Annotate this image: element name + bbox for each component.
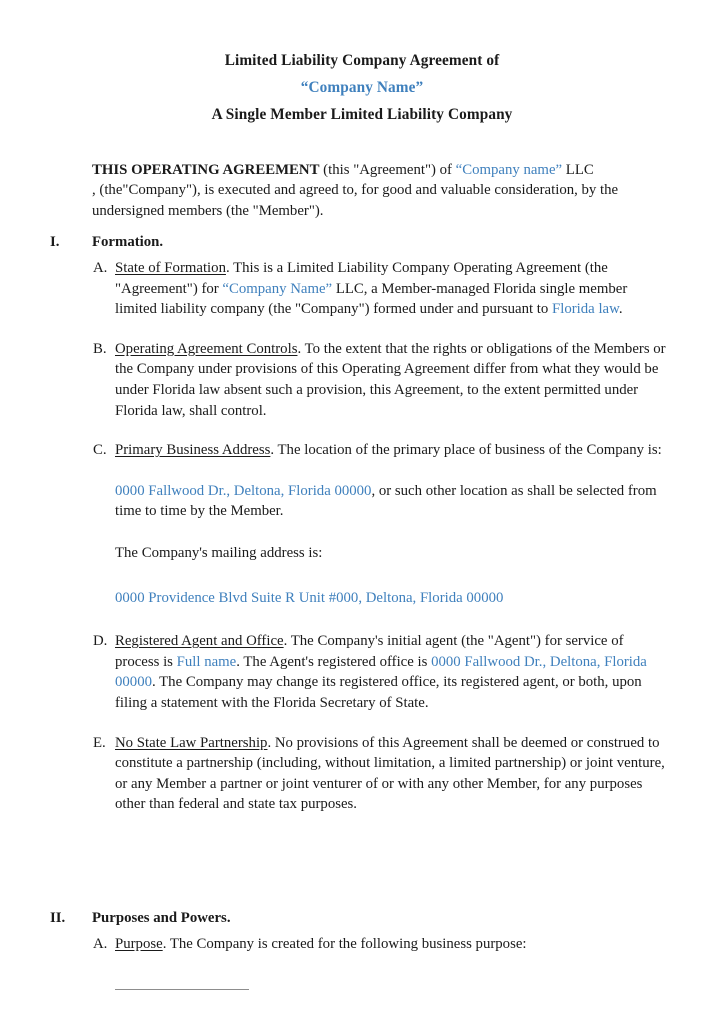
document-page: Limited Liability Company Agreement of “…: [0, 0, 724, 1024]
clause-title: State of Formation: [115, 260, 226, 276]
article-purposes-and-powers: II. Purposes and Powers. A. Purpose. The…: [50, 908, 666, 955]
intro-company-name: “Company name”: [455, 161, 563, 178]
clause-registered-agent-and-office: D. Registered Agent and Office . The Comp…: [50, 631, 666, 713]
clause-body: State of Formation. This is a Limited Li…: [115, 260, 627, 317]
clause-text-segment-2: . The Agent's registered office is: [236, 653, 432, 670]
clause-florida-law-link: Florida law: [552, 301, 619, 318]
page-title-line-1: Limited Liability Company Agreement of: [224, 52, 500, 69]
intro-paragraph: THIS OPERATING AGREEMENT (this "Agreemen…: [92, 160, 666, 222]
page-title-line-3: A Single Member Limited Liability Compan…: [211, 106, 513, 123]
page-title-company-name: “Company Name”: [300, 79, 424, 96]
clause-letter: A.: [93, 936, 108, 952]
article-numeral: II.: [50, 910, 66, 926]
clause-body: No State Law Partnership. No provisions …: [115, 735, 665, 813]
clause-operating-agreement-controls: B. Operating Agreement Controls. To the …: [50, 339, 666, 421]
mailing-address-value: 0000 Providence Blvd Suite R Unit #000, …: [115, 589, 504, 606]
document-title-block: Limited Liability Company Agreement of “…: [0, 50, 724, 126]
mailing-address-label-text: The Company's mailing address is:: [115, 544, 323, 561]
article-heading-purposes-and-powers: II. Purposes and Powers.: [50, 908, 666, 929]
business-purpose-blank-rule[interactable]: [115, 989, 249, 990]
mailing-address-block: 0000 Providence Blvd Suite R Unit #000, …: [50, 588, 666, 609]
article-title: Formation.: [92, 234, 164, 250]
clause-title: Operating Agreement Controls: [115, 340, 298, 357]
clause-title: Purpose: [115, 936, 163, 952]
intro-text-part1: (this "Agreement") of: [319, 161, 456, 178]
clause-text-segment-3: . The Company may change its registered …: [115, 674, 642, 711]
clause-letter: D.: [93, 633, 108, 650]
intro-text-part3: , (the"Company"), is executed and agreed…: [92, 182, 619, 219]
mailing-address-label: The Company's mailing address is:: [50, 543, 666, 564]
clause-purpose: A. Purpose. The Company is created for t…: [50, 934, 666, 955]
clause-primary-business-address: C. Primary Business Address. The locatio…: [50, 440, 666, 461]
clause-letter: E.: [93, 734, 106, 751]
article-heading-formation: I. Formation.: [50, 232, 666, 253]
clause-title: Primary Business Address: [115, 442, 271, 459]
clause-body: Purpose. The Company is created for the …: [115, 936, 527, 952]
clause-letter: B.: [93, 340, 107, 357]
clause-company-name: “Company Name”: [222, 280, 333, 297]
clause-title: No State Law Partnership: [115, 734, 268, 751]
intro-text-part2: LLC: [562, 161, 594, 178]
clause-text-segment-3: .: [618, 301, 623, 318]
primary-address-block: 0000 Fallwood Dr., Deltona, Florida 0000…: [50, 481, 666, 522]
clause-body: Primary Business Address. The location o…: [115, 442, 662, 458]
registered-agent-name: Full name: [176, 653, 237, 670]
article-title: Purposes and Powers.: [92, 910, 231, 926]
clause-body: Operating Agreement Controls. To the ext…: [115, 341, 666, 419]
article-numeral: I.: [50, 234, 60, 250]
intro-lead-text: THIS OPERATING AGREEMENT: [92, 161, 320, 178]
clause-title: Registered Agent and Office: [115, 633, 284, 650]
article-formation: I. Formation. A. State of Formation. Thi…: [50, 232, 666, 815]
clause-letter: C.: [93, 442, 107, 459]
clause-body: Registered Agent and Office . The Company…: [115, 633, 647, 711]
clause-no-state-law-partnership: E. No State Law Partnership. No provisio…: [50, 733, 666, 815]
clause-text-segment-1: . The location of the primary place of b…: [270, 442, 662, 459]
primary-business-address-value: 0000 Fallwood Dr., Deltona, Florida 0000…: [115, 482, 372, 499]
clause-letter: A.: [93, 260, 108, 276]
clause-state-of-formation: A. State of Formation. This is a Limited…: [50, 258, 666, 320]
clause-text-segment-1: . The Company is created for the followi…: [162, 936, 527, 952]
